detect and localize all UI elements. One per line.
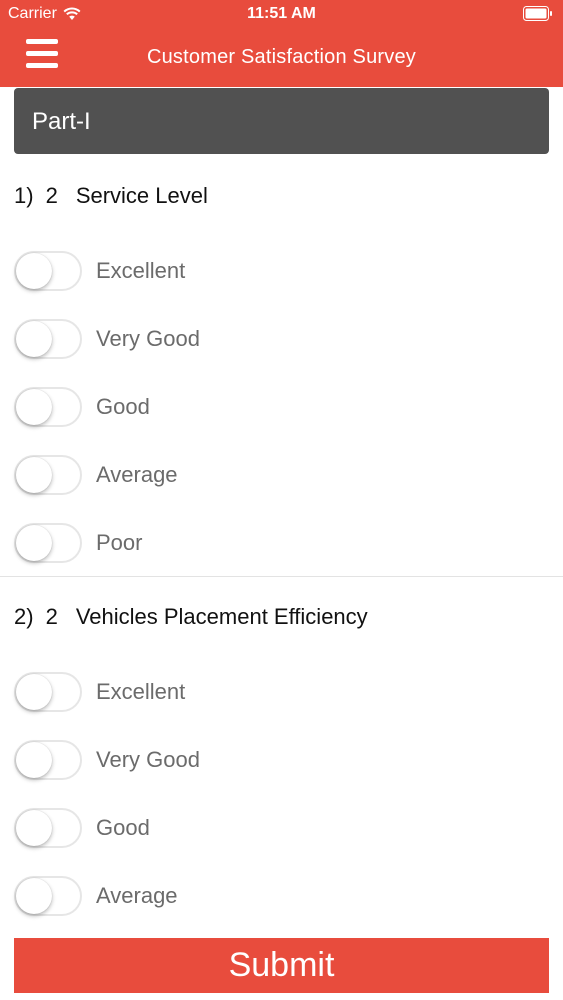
option-row: Good (14, 807, 150, 849)
option-toggle[interactable] (14, 523, 82, 563)
section-title: Part-I (32, 108, 91, 135)
nav-bar: Customer Satisfaction Survey (0, 30, 563, 87)
battery-icon (523, 6, 552, 21)
toggle-knob (16, 389, 52, 425)
submit-button[interactable]: Submit (14, 938, 549, 993)
option-toggle[interactable] (14, 319, 82, 359)
toggle-knob (16, 810, 52, 846)
toggle-knob (16, 742, 52, 778)
question-divider (0, 576, 563, 577)
app-header: Carrier 11:51 AM Customer Satisfaction S… (0, 0, 563, 87)
option-label: Very Good (96, 747, 200, 772)
question-weight: 2 (45, 604, 58, 629)
question-weight: 2 (45, 183, 58, 208)
option-toggle[interactable] (14, 251, 82, 291)
option-toggle[interactable] (14, 672, 82, 712)
toggle-knob (16, 525, 52, 561)
option-label: Excellent (96, 258, 186, 283)
toggle-knob (16, 321, 52, 357)
option-toggle[interactable] (14, 740, 82, 780)
option-label: Average (96, 883, 178, 908)
option-toggle[interactable] (14, 808, 82, 848)
toggle-knob (16, 253, 52, 289)
question-text: Service Level (75, 183, 208, 208)
option-row: Average (14, 454, 178, 496)
toggle-knob (16, 878, 52, 914)
option-label: Average (96, 462, 178, 487)
status-bar: Carrier 11:51 AM (0, 0, 563, 30)
question-number: 1) (14, 183, 34, 208)
option-toggle[interactable] (14, 387, 82, 427)
option-row: Poor (14, 522, 142, 564)
option-row: Average (14, 875, 178, 917)
toggle-knob (16, 674, 52, 710)
option-label: Excellent (96, 679, 186, 704)
question-title: 2) 2 Vehicles Placement Efficiency (14, 604, 368, 630)
option-label: Poor (96, 530, 143, 555)
option-row: Excellent (14, 250, 185, 292)
page-title: Customer Satisfaction Survey (146, 46, 417, 68)
option-label: Good (96, 815, 150, 840)
section-header: Part-I (14, 88, 549, 154)
survey-screen: Carrier 11:51 AM Customer Satisfaction S… (0, 0, 563, 1000)
question-title: 1) 2 Service Level (14, 183, 208, 209)
question-number: 2) (14, 604, 34, 629)
option-row: Excellent (14, 671, 185, 713)
toggle-knob (16, 457, 52, 493)
option-label: Very Good (96, 326, 200, 351)
option-row: Very Good (14, 739, 200, 781)
option-row: Very Good (14, 318, 200, 360)
question-text: Vehicles Placement Efficiency (75, 604, 368, 629)
option-toggle[interactable] (14, 876, 82, 916)
option-label: Good (96, 394, 150, 419)
status-time: 11:51 AM (247, 5, 316, 22)
option-row: Good (14, 386, 150, 428)
option-toggle[interactable] (14, 455, 82, 495)
